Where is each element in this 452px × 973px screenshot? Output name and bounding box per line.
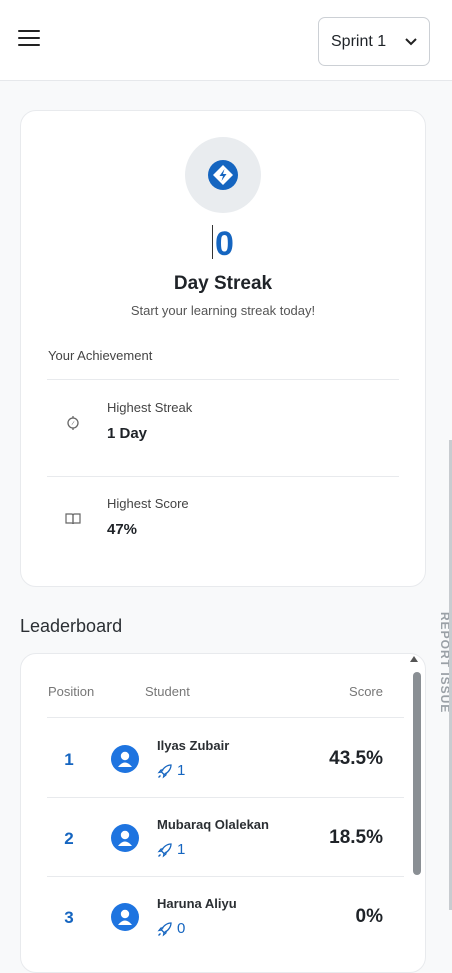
column-header-score: Score [349,684,383,699]
row-student-name: Mubaraq Olalekan [157,817,269,832]
row-streak-value: 1 [177,762,186,779]
streak-subtitle: Start your learning streak today! [130,303,316,318]
chevron-down-icon [405,35,417,49]
highest-streak-label: Highest Streak [107,400,193,415]
row-position: 1 [64,750,74,769]
highest-score-value: 47% [107,521,138,538]
row-score: 43.5% [329,748,383,769]
scroll-up-arrow-icon[interactable] [410,656,418,662]
leaderboard-card: Position Student Score 1 Ilyas Zubair 1 … [20,653,426,973]
compass-icon [67,416,79,430]
row-student-name: Ilyas Zubair [157,738,230,753]
row-position: 3 [64,908,74,927]
streak-card: 0 Day Streak Start your learning streak … [20,110,426,587]
row-score: 0% [355,906,383,927]
divider [47,379,399,380]
book-icon [65,513,81,525]
highest-score-label: Highest Score [107,496,189,511]
streak-badge [185,137,261,213]
row-student-name: Haruna Aliyu [157,896,237,911]
divider [47,797,404,798]
avatar-icon [111,903,139,931]
achievement-label: Your Achievement [48,348,153,363]
row-streak-value: 1 [177,841,186,858]
row-streak: 0 [157,920,185,937]
row-streak-value: 0 [177,920,186,937]
leaderboard-heading: Leaderboard [20,616,123,636]
leaderboard-scrollbar[interactable] [413,672,421,875]
column-header-student: Student [145,684,190,699]
divider [47,876,404,877]
streak-title: Day Streak [173,273,273,294]
divider [47,476,399,477]
column-header-position: Position [48,684,95,699]
rocket-icon [157,842,172,857]
divider [47,717,404,718]
avatar-icon [111,745,139,773]
streak-diamond-icon [208,160,238,190]
sprint-select-value: Sprint 1 [331,32,387,50]
top-bar: Sprint 1 [0,0,452,81]
avatar-icon [111,824,139,852]
rocket-icon [157,763,172,778]
highest-streak-value: 1 Day [107,425,148,442]
row-streak: 1 [157,762,185,779]
row-score: 18.5% [329,827,383,848]
rocket-icon [157,921,172,936]
sprint-select[interactable]: Sprint 1 [318,17,430,66]
streak-count-value: 0 [215,225,234,263]
hamburger-menu-icon[interactable] [18,30,40,48]
row-position: 2 [64,829,74,848]
row-streak: 1 [157,841,185,858]
streak-count: 0 [21,225,425,264]
